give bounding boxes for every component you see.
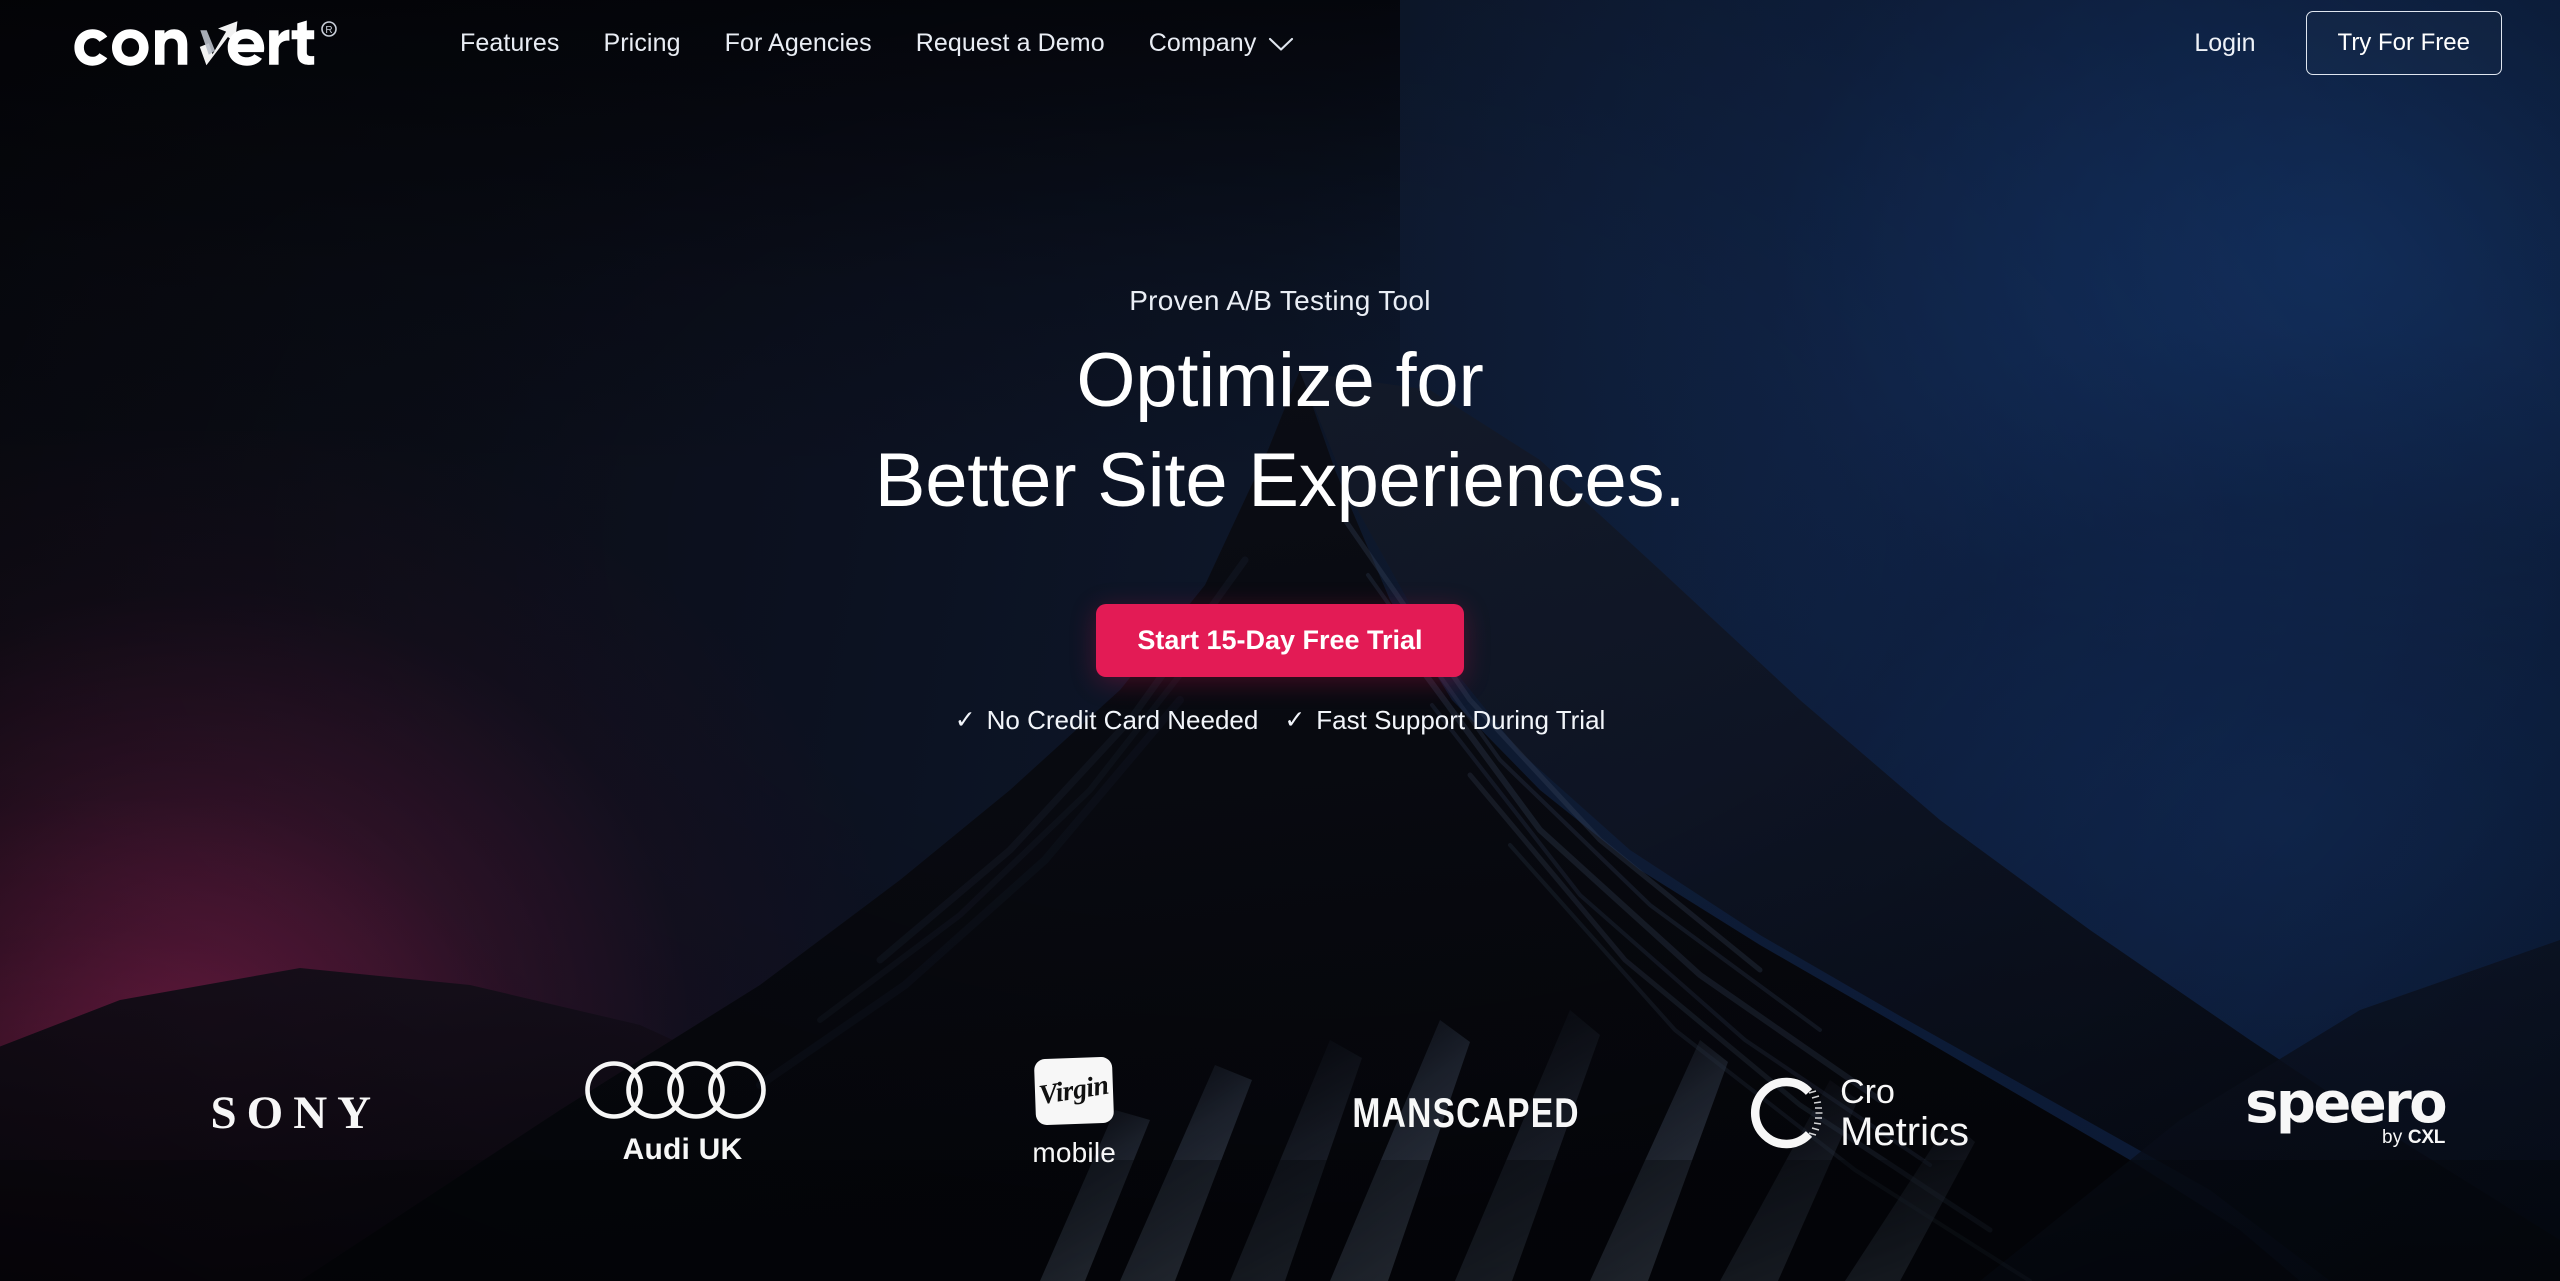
header-actions: Login Try For Free	[2180, 11, 2502, 75]
cro-metrics-line-2: Metrics	[1840, 1109, 1969, 1154]
trust-badges: ✓ No Credit Card Needed ✓ Fast Support D…	[955, 705, 1606, 736]
registered-trademark-icon: R	[321, 21, 337, 37]
nav-item-company[interactable]: Company	[1127, 17, 1317, 69]
trust-label: No Credit Card Needed	[986, 704, 1259, 735]
page-title: Optimize for Better Site Experiences.	[875, 331, 1686, 532]
convert-wordmark-icon: R	[74, 20, 337, 66]
client-logo-strip: SONY Audi UK Virgin mobile MANSCAPED Cro…	[0, 1053, 2560, 1173]
nav-label: Features	[460, 28, 560, 57]
site-header: R Features Pricing For Agencies Request …	[0, 0, 2560, 86]
nav-label: Request a Demo	[915, 28, 1105, 57]
manscaped-wordmark: MANSCAPED	[1352, 1089, 1580, 1136]
chevron-down-icon	[1268, 30, 1294, 59]
trust-item-no-credit-card: ✓ No Credit Card Needed	[955, 705, 1259, 736]
audi-rings-icon	[584, 1061, 766, 1119]
cro-metrics-line-1: Cro	[1840, 1072, 1895, 1111]
main-navigation: Features Pricing For Agencies Request a …	[438, 17, 1316, 69]
login-link[interactable]: Login	[2180, 21, 2269, 66]
speero-cxl: CXL	[2407, 1126, 2446, 1148]
virgin-script-wordmark: Virgin	[1037, 1069, 1111, 1111]
hero-eyebrow: Proven A/B Testing Tool	[1129, 285, 1431, 316]
headline-line-1: Optimize for	[1076, 338, 1484, 423]
client-logo-manscaped: MANSCAPED	[1270, 1053, 1662, 1173]
client-logo-speero: speero by CXL	[2053, 1053, 2465, 1173]
check-icon: ✓	[1284, 705, 1306, 734]
page-root: R Features Pricing For Agencies Request …	[0, 0, 2560, 1281]
check-icon: ✓	[954, 705, 976, 734]
nav-item-for-agencies[interactable]: For Agencies	[703, 19, 894, 68]
nav-label: Pricing	[603, 28, 681, 57]
trust-label: Fast Support During Trial	[1316, 704, 1606, 735]
speero-by-cxl-label: by CXL	[2382, 1127, 2445, 1149]
try-for-free-button[interactable]: Try For Free	[2305, 11, 2502, 75]
nav-label: For Agencies	[724, 28, 872, 57]
virgin-badge-icon: Virgin	[1034, 1056, 1115, 1125]
virgin-mobile-label: mobile	[1032, 1136, 1117, 1168]
cro-metrics-ring-icon	[1751, 1077, 1823, 1149]
client-logo-cro-metrics: Cro Metrics	[1662, 1053, 2054, 1173]
nav-label: Company	[1148, 28, 1257, 57]
client-logo-virgin-mobile: Virgin mobile	[878, 1053, 1270, 1173]
client-logo-sony: SONY	[95, 1053, 487, 1173]
headline-line-2: Better Site Experiences.	[874, 438, 1686, 524]
client-logo-audi-uk: Audi UK	[487, 1053, 879, 1173]
brand-logo[interactable]: R	[62, 15, 352, 71]
trust-item-fast-support: ✓ Fast Support During Trial	[1284, 705, 1605, 736]
speero-wordmark: speero	[2245, 1071, 2447, 1137]
audi-uk-label: Audi UK	[622, 1133, 743, 1166]
sony-wordmark: SONY	[210, 1087, 382, 1139]
nav-item-request-a-demo[interactable]: Request a Demo	[894, 19, 1127, 68]
speero-by-prefix: by	[2381, 1126, 2408, 1148]
nav-item-pricing[interactable]: Pricing	[581, 19, 702, 68]
svg-text:R: R	[325, 25, 332, 36]
nav-item-features[interactable]: Features	[438, 19, 581, 68]
start-free-trial-button[interactable]: Start 15-Day Free Trial	[1096, 603, 1464, 677]
